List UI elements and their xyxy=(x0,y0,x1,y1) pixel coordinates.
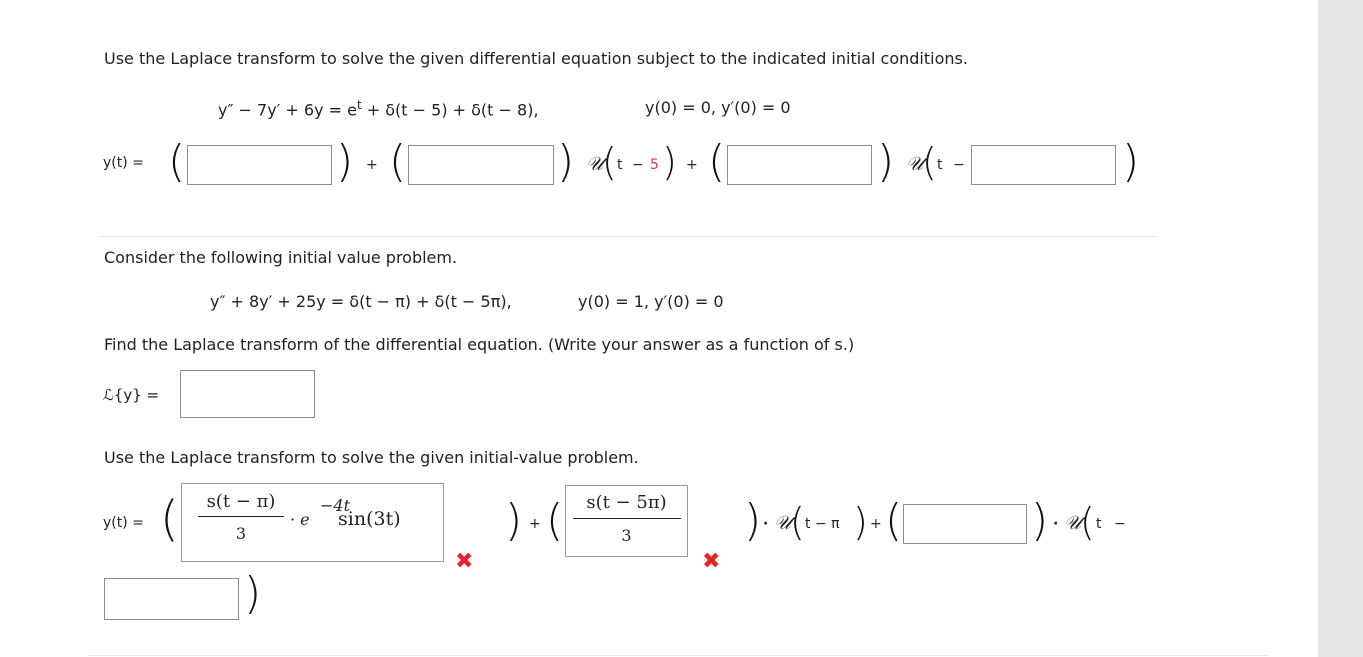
fraction-bar xyxy=(198,516,284,517)
answer-field-2[interactable]: s(t − 5π) 3 xyxy=(565,485,688,557)
open-paren: ( xyxy=(922,140,937,184)
find-laplace-instruction: Find the Laplace transform of the differ… xyxy=(104,335,855,354)
laplace-lhs: ℒ{y} = xyxy=(103,386,160,404)
shift1-t: t xyxy=(617,157,623,173)
open-paren: ( xyxy=(708,136,726,187)
shift2-t: t xyxy=(1096,516,1102,532)
plus-sign: + xyxy=(686,157,698,173)
unit-step-symbol: 𝒰 xyxy=(906,153,924,175)
problem1-equation: y″ − 7y′ + 6y = et + δ(t − 5) + δ(t − 8)… xyxy=(218,98,539,119)
close-paren: ) xyxy=(1122,136,1140,187)
fraction-denominator: 3 xyxy=(621,526,632,545)
answer-input-1[interactable] xyxy=(187,145,332,185)
unit-step-symbol: 𝒰 xyxy=(1064,512,1082,534)
section-divider xyxy=(100,236,1156,237)
fraction-bar xyxy=(573,518,681,519)
incorrect-icon: ✖ xyxy=(455,549,474,574)
fraction-numerator: s(t − 5π) xyxy=(586,492,667,513)
open-paren: ( xyxy=(160,491,179,547)
problem2-equation: y″ + 8y′ + 25y = δ(t − π) + δ(t − 5π), xyxy=(210,292,512,311)
open-paren: ( xyxy=(546,495,564,546)
answer-field-1[interactable]: s(t − π) 3 · e −4t sin(3t) xyxy=(181,483,444,562)
close-paren: ) xyxy=(877,136,895,187)
unit-step-symbol: 𝒰 xyxy=(586,153,604,175)
fraction-numerator: s(t − π) xyxy=(206,491,276,512)
problem1-y-lhs: y(t) = xyxy=(103,155,144,171)
equation-lhs: y″ − 7y′ + 6y = e xyxy=(218,100,357,120)
exp-base: · e xyxy=(290,510,310,529)
open-paren: ( xyxy=(168,136,186,187)
incorrect-icon: ✖ xyxy=(702,549,721,574)
open-paren: ( xyxy=(790,500,805,544)
problem2-initial-conditions: y(0) = 1, y′(0) = 0 xyxy=(578,292,724,311)
sin-term: sin(3t) xyxy=(338,508,401,530)
problem2-intro: Consider the following initial value pro… xyxy=(104,248,458,267)
answer-input-3[interactable] xyxy=(727,145,872,185)
close-paren: ) xyxy=(244,568,262,619)
equation-rhs: + δ(t − 5) + δ(t − 8), xyxy=(361,100,539,120)
problem1-initial-conditions: y(0) = 0, y′(0) = 0 xyxy=(645,98,791,117)
shift-value: t − π xyxy=(805,516,840,532)
close-paren: ) xyxy=(505,495,523,546)
right-scroll-panel xyxy=(1318,0,1363,657)
open-paren: ( xyxy=(885,495,903,546)
open-paren: ( xyxy=(389,136,407,187)
answer-input-5[interactable] xyxy=(903,504,1027,544)
shift2-minus: − xyxy=(953,157,965,173)
problem1-instruction: Use the Laplace transform to solve the g… xyxy=(104,49,968,68)
unit-step-symbol: 𝒰 xyxy=(774,512,792,534)
close-paren: ) xyxy=(853,500,868,544)
shift1-minus: − xyxy=(632,157,644,173)
bottom-divider xyxy=(88,655,1268,656)
shift2-minus: − xyxy=(1114,516,1126,532)
solve-instruction: Use the Laplace transform to solve the g… xyxy=(104,448,639,467)
plus-sign: + xyxy=(870,516,882,532)
close-paren: ) xyxy=(557,136,575,187)
answer-input-4[interactable] xyxy=(971,145,1116,185)
shift2-t: t xyxy=(937,157,943,173)
close-paren: ) xyxy=(1031,495,1049,546)
dot-operator: · xyxy=(1053,516,1059,532)
close-paren: ) xyxy=(336,136,354,187)
close-paren: ) xyxy=(662,140,677,184)
problem2-y-lhs: y(t) = xyxy=(103,515,144,531)
close-paren: ) xyxy=(744,495,762,546)
answer-input-6[interactable] xyxy=(104,578,239,620)
plus-sign: + xyxy=(366,157,378,173)
open-paren: ( xyxy=(602,140,617,184)
dot-operator: · xyxy=(763,516,769,532)
laplace-answer-input[interactable] xyxy=(180,370,315,418)
plus-sign: + xyxy=(529,516,541,532)
shift1-value: 5 xyxy=(650,157,659,173)
fraction-denominator: 3 xyxy=(235,524,247,543)
open-paren: ( xyxy=(1080,500,1095,544)
answer-input-2[interactable] xyxy=(408,145,554,185)
